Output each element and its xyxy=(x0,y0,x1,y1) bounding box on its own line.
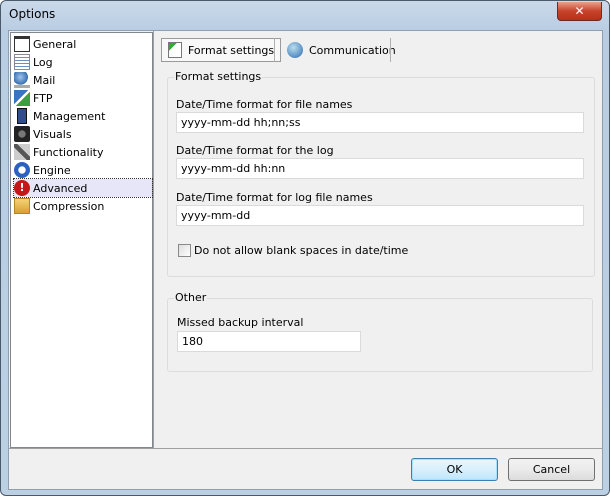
client-area: General Log Mail FTP Management Visuals … xyxy=(8,30,603,490)
log-format-label: Date/Time format for the log xyxy=(176,144,334,157)
missed-backup-label: Missed backup interval xyxy=(177,316,304,329)
close-button[interactable]: ✕ xyxy=(557,2,602,21)
document-icon xyxy=(168,42,182,58)
sidebar-item-management[interactable]: Management xyxy=(14,107,152,125)
no-blank-spaces-checkbox[interactable] xyxy=(178,244,191,257)
other-group: Other Missed backup interval 180 xyxy=(167,291,593,372)
log-file-names-label: Date/Time format for log file names xyxy=(176,191,373,204)
sidebar-item-general[interactable]: General xyxy=(14,35,152,53)
sidebar-item-visuals[interactable]: Visuals xyxy=(14,125,152,143)
tab-format-settings[interactable]: Format settings xyxy=(161,38,282,62)
globe-icon xyxy=(287,42,303,58)
tools-icon xyxy=(14,144,30,160)
options-window: Options ✕ General Log Mail FTP Managemen… xyxy=(0,0,610,496)
sidebar-item-log[interactable]: Log xyxy=(14,53,152,71)
tab-divider xyxy=(390,38,391,62)
mail-icon xyxy=(14,72,30,88)
network-icon xyxy=(14,90,30,106)
sidebar-item-mail[interactable]: Mail xyxy=(14,71,152,89)
group-label: Format settings xyxy=(174,70,263,83)
device-icon xyxy=(17,108,27,124)
folder-icon xyxy=(14,198,30,214)
file-names-label: Date/Time format for file names xyxy=(176,98,353,111)
group-label: Other xyxy=(174,291,208,304)
file-names-format-input[interactable]: yyyy-mm-dd hh;nn;ss xyxy=(176,112,584,133)
no-blank-spaces-label[interactable]: Do not allow blank spaces in date/time xyxy=(194,244,408,257)
sidebar-item-ftp[interactable]: FTP xyxy=(14,89,152,107)
sidebar-item-functionality[interactable]: Functionality xyxy=(14,143,152,161)
format-settings-group: Format settings Date/Time format for fil… xyxy=(167,70,595,277)
window-icon xyxy=(14,36,30,52)
missed-backup-interval-input[interactable]: 180 xyxy=(177,331,361,352)
sidebar-item-compression[interactable]: Compression xyxy=(14,197,152,215)
log-format-input[interactable]: yyyy-mm-dd hh:nn xyxy=(176,158,584,179)
camera-icon xyxy=(14,126,30,142)
settings-panel: Format settings Communication Format set… xyxy=(153,31,603,448)
ok-button[interactable]: OK xyxy=(411,458,498,481)
warning-icon: ! xyxy=(14,180,30,196)
tab-communication[interactable]: Communication xyxy=(281,38,402,62)
sidebar-item-advanced[interactable]: ! Advanced xyxy=(13,178,153,198)
notepad-icon xyxy=(14,54,30,70)
log-file-names-format-input[interactable]: yyyy-mm-dd xyxy=(176,205,584,226)
sidebar-item-engine[interactable]: Engine xyxy=(14,161,152,179)
category-tree[interactable]: General Log Mail FTP Management Visuals … xyxy=(10,32,153,448)
tab-divider xyxy=(274,38,275,62)
gear-icon xyxy=(14,162,30,178)
window-title: Options xyxy=(9,7,56,21)
cancel-button[interactable]: Cancel xyxy=(508,458,595,481)
button-bar: OK Cancel xyxy=(9,448,603,490)
